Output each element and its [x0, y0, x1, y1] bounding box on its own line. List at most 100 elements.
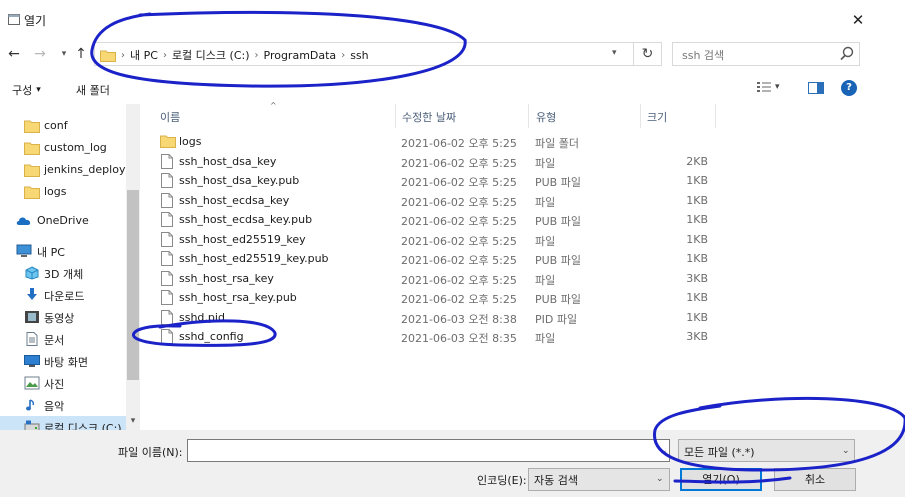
cancel-button[interactable]: 취소 [774, 468, 856, 491]
nav-item[interactable]: 내 PC [0, 240, 126, 262]
file-icon [160, 192, 174, 208]
chevron-right-icon: › [254, 49, 259, 61]
file-row[interactable]: ssh_host_ecdsa_key 2021-06-02 오후 5:25 파일 1K… [150, 191, 710, 210]
column-header-size[interactable]: 크기 [647, 109, 667, 125]
nav-item[interactable]: 문서 [0, 328, 126, 350]
column-divider[interactable] [528, 104, 529, 128]
file-size: 1KB [686, 213, 708, 226]
file-row[interactable]: ssh_host_dsa_key 2021-06-02 오후 5:25 파일 2KB [150, 152, 710, 171]
file-row[interactable]: ssh_host_dsa_key.pub 2021-06-02 오후 5:25 PU… [150, 171, 710, 190]
filename-history-dropdown[interactable]: ⌄ [660, 446, 668, 456]
scroll-down-button[interactable]: ▾ [126, 414, 140, 428]
column-header-date[interactable]: 수정한 날짜 [402, 109, 456, 125]
nav-item[interactable]: jenkins_deploy [0, 159, 126, 181]
file-name: ssh_host_rsa_key.pub [179, 291, 297, 304]
column-header-name[interactable]: 이름 [160, 109, 180, 125]
file-size: 1KB [686, 291, 708, 304]
nav-item-label: 문서 [44, 334, 65, 347]
nav-item-label: OneDrive [37, 214, 89, 227]
window-title: 열기 [24, 14, 47, 28]
crumb-programdata[interactable]: ProgramData [264, 49, 337, 62]
file-list[interactable]: logs 2021-06-02 오후 5:25 파일 폴더 ssh_host_dsa_… [140, 128, 905, 430]
file-row[interactable]: sshd_config 2021-06-03 오전 8:35 파일 3KB [150, 327, 710, 346]
open-button[interactable]: 열기(O) [680, 468, 762, 491]
filename-input[interactable] [187, 439, 670, 462]
nav-item[interactable]: conf [0, 115, 126, 137]
file-row[interactable]: logs 2021-06-02 오후 5:25 파일 폴더 [150, 132, 710, 151]
file-name: ssh_host_ed25519_key [179, 232, 306, 246]
navigation-pane[interactable]: conf custom_log jenkins_deploylogs OneDrive… [0, 104, 140, 430]
up-button[interactable]: ↑ [72, 45, 90, 63]
sort-ascending-icon: ^ [270, 101, 277, 110]
file-name: ssh_host_dsa_key.pub [179, 174, 300, 187]
file-row[interactable]: ssh_host_ecdsa_key.pub 2021-06-02 오후 5:25… [150, 210, 710, 229]
file-date: 2021-06-02 오후 5:25 [401, 273, 517, 287]
3d-objects-icon [24, 266, 40, 280]
file-size: 1KB [686, 193, 708, 207]
column-header-type[interactable]: 유형 [536, 109, 556, 125]
file-size: 1KB [686, 310, 708, 324]
nav-item[interactable]: 음악 [0, 394, 126, 416]
nav-item[interactable]: OneDrive [0, 210, 126, 232]
nav-item[interactable]: custom_log [0, 137, 126, 159]
chevron-down-icon: ▾ [612, 48, 617, 58]
breadcrumb: › 내 PC › 로컬 디스크 (C:) › ProgramData › ssh [100, 47, 369, 63]
documents-icon [24, 332, 40, 346]
file-date: 2021-06-02 오후 5:25 [401, 195, 517, 209]
file-row[interactable]: ssh_host_rsa_key 2021-06-02 오후 5:25 파일 3KB [150, 269, 710, 288]
nav-item[interactable]: 3D 개체 [0, 262, 126, 284]
chevron-down-icon: ⌄ [660, 446, 668, 456]
file-row[interactable]: ssh_host_ed25519_key.pub 2021-06-02 오후 5:… [150, 249, 710, 268]
organize-menu[interactable]: 구성 ▾ [12, 82, 41, 98]
file-type: PUB 파일 [535, 254, 581, 267]
nav-item[interactable]: 바탕 화면 [0, 350, 126, 372]
forward-button[interactable]: → [31, 45, 49, 63]
file-icon [160, 212, 174, 227]
encoding-value: 자동 검색 [534, 474, 578, 487]
organize-label: 구성 [12, 84, 33, 97]
onedrive-icon [16, 214, 32, 228]
nav-item[interactable]: 사진 [0, 372, 126, 394]
file-type: 파일 [535, 234, 556, 248]
file-row[interactable]: sshd.pid 2021-06-03 오전 8:38 PID 파일 1KB [150, 308, 710, 327]
nav-item[interactable]: logs [0, 181, 126, 203]
chevron-down-icon: ▾ [130, 416, 136, 426]
search-icon[interactable] [838, 45, 856, 63]
file-date: 2021-06-02 오후 5:25 [401, 293, 517, 306]
close-button[interactable]: ✕ [846, 8, 870, 32]
nav-item-label: 다운로드 [44, 290, 85, 303]
column-divider[interactable] [640, 104, 641, 128]
preview-pane-icon[interactable] [806, 79, 826, 97]
file-type: PUB 파일 [535, 293, 581, 306]
nav-scrollbar-thumb[interactable] [127, 190, 139, 380]
file-date: 2021-06-02 오후 5:25 [401, 156, 517, 170]
file-name: sshd.pid [179, 310, 225, 324]
desktop-icon [24, 354, 40, 368]
file-date: 2021-06-03 오전 8:38 [401, 312, 517, 326]
nav-item[interactable]: 다운로드 [0, 284, 126, 306]
file-type: PID 파일 [535, 312, 578, 326]
nav-item-label: jenkins_deploy [44, 163, 126, 176]
file-size: 3KB [686, 271, 708, 285]
chevron-down-icon: ▾ [61, 49, 67, 59]
new-folder-button[interactable]: 새 폴더 [76, 82, 110, 98]
column-divider[interactable] [715, 104, 716, 128]
back-button[interactable]: ← [5, 45, 23, 63]
file-row[interactable]: ssh_host_ed25519_key 2021-06-02 오후 5:25 파일… [150, 230, 710, 249]
crumb-this-pc[interactable]: 내 PC [130, 47, 158, 63]
refresh-button[interactable]: ↻ [634, 42, 662, 66]
help-button[interactable]: ? [841, 80, 857, 96]
nav-item[interactable]: 로컬 디스크 (C:) [0, 416, 126, 430]
address-history-dropdown[interactable]: ▾ [612, 48, 617, 58]
recent-locations-button[interactable]: ▾ [55, 45, 73, 63]
file-icon [160, 251, 174, 266]
crumb-ssh[interactable]: ssh [350, 49, 368, 62]
column-divider[interactable] [395, 104, 396, 128]
nav-item[interactable]: 동영상 [0, 306, 126, 328]
crumb-local-disk[interactable]: 로컬 디스크 (C:) [172, 47, 250, 63]
chevron-down-icon: ⌄ [842, 446, 850, 456]
file-row[interactable]: ssh_host_rsa_key.pub 2021-06-02 오후 5:25 PU… [150, 288, 710, 307]
file-type: 파일 [535, 273, 556, 287]
view-options-button[interactable]: ▾ [757, 81, 780, 93]
file-date: 2021-06-02 오후 5:25 [401, 234, 517, 248]
